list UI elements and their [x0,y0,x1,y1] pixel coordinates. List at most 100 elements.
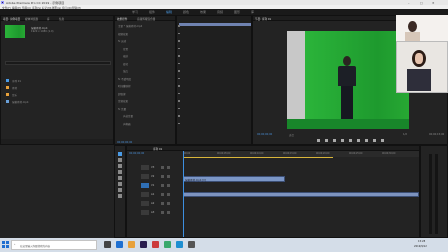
program-scale[interactable]: 1/2 [403,133,407,136]
workspace-tab-0[interactable]: 学习 [132,10,138,14]
effect-row[interactable]: 声道音量 [123,114,133,118]
track-eye-icon[interactable] [167,202,170,205]
workspace-tab-5[interactable]: 音频 [217,10,223,14]
track-lock-icon[interactable] [161,184,164,187]
minimize-icon[interactable]: – [408,1,410,5]
track-target[interactable] [141,174,149,179]
track-target[interactable] [141,210,149,215]
workspace-tab-3[interactable]: 颜色 [183,10,189,14]
track-target[interactable] [141,201,149,206]
project-search[interactable] [5,61,111,65]
effect-row[interactable]: 旋转 [123,62,128,66]
clip-thumbnail[interactable] [5,25,25,38]
effect-row[interactable]: 缩放 [123,54,128,58]
tab-media-browser[interactable]: 媒体浏览器 [25,17,38,21]
tool-icon[interactable] [118,152,122,156]
keyframe-marker[interactable] [178,85,180,87]
effect-row[interactable]: 主要 * 绿幕素材.mp4 [118,24,142,28]
track-target[interactable] [141,165,149,170]
track-eye-icon[interactable] [167,184,170,187]
keyframe-marker[interactable] [178,25,180,27]
taskbar-search-input[interactable]: ⌕ 在这里输入你要搜索的内容 [11,240,97,250]
effect-timecode[interactable]: 00;00;00;00 [117,141,132,144]
keyframe-marker[interactable] [178,55,180,57]
track-eye-icon[interactable] [167,193,170,196]
playhead[interactable] [183,151,184,237]
keyframe-marker[interactable] [178,47,180,49]
start-icon[interactable] [2,241,9,248]
track-lock-icon[interactable] [161,202,164,205]
workspace-tab-7[interactable]: 库 [251,10,254,14]
maximize-icon[interactable]: □ [420,1,423,5]
effect-row[interactable]: fx 音量 [118,107,126,111]
taskbar-app-icon[interactable] [116,241,123,248]
effect-row[interactable]: fx 运动 [118,39,126,43]
track-eye-icon[interactable] [167,166,170,169]
track-lock-icon[interactable] [161,175,164,178]
program-timecode[interactable]: 00;00;00;00 [257,133,272,136]
taskbar-app-icon[interactable] [152,241,159,248]
effect-row[interactable]: 位置 [123,47,128,51]
project-item-name[interactable]: 绿幕素材.mp4 [12,100,28,104]
keyframe-marker[interactable] [178,70,180,72]
tool-icon[interactable] [118,194,122,198]
effect-row[interactable]: 视频效果 [118,32,128,36]
workspace-tab-2[interactable]: 编辑 [166,10,172,14]
taskbar-app-icon[interactable] [140,241,147,248]
project-item-name[interactable]: 序列 01 [12,79,21,83]
tab-audio-mixer[interactable]: 音频剪辑混合器 [137,17,155,21]
video-clip[interactable]: 绿幕素材.mp4 [V] [183,176,285,182]
audio-clip[interactable] [183,192,419,197]
transport-button[interactable] [325,139,328,142]
effect-row[interactable]: 锚点 [123,69,128,73]
effect-row[interactable]: 时间重映射 [118,84,131,88]
tab-libraries[interactable]: 库 [47,17,50,21]
tool-icon[interactable] [118,164,122,168]
transport-button[interactable] [333,139,336,142]
workspace-tab-1[interactable]: 组件 [149,10,155,14]
tab-effect-controls[interactable]: 效果控件 [117,17,127,21]
transport-button[interactable] [357,139,360,142]
keyframe-marker[interactable] [178,115,180,117]
transport-button[interactable] [317,139,320,142]
transport-button[interactable] [365,139,368,142]
timeline-timecode[interactable]: 00;00;00;00 [129,152,144,155]
keyframe-marker[interactable] [178,32,180,34]
transport-button[interactable] [341,139,344,142]
keyframe-marker[interactable] [178,107,180,109]
track-lock-icon[interactable] [161,193,164,196]
project-item-name[interactable]: 素材 [12,86,17,90]
close-icon[interactable]: ✕ [432,1,435,5]
transport-button[interactable] [373,139,376,142]
keyframe-marker[interactable] [178,77,180,79]
effect-row[interactable]: 超级键 [118,92,126,96]
workspace-tab-6[interactable]: 图形 [234,10,240,14]
effect-row[interactable]: 音频效果 [118,99,128,103]
taskbar-app-icon[interactable] [176,241,183,248]
track-lock-icon[interactable] [161,211,164,214]
taskbar-app-icon[interactable] [164,241,171,248]
transport-button[interactable] [349,139,352,142]
taskbar-app-icon[interactable] [104,241,111,248]
keyframe-marker[interactable] [178,122,180,124]
keyframe-marker[interactable] [178,40,180,42]
project-item-name[interactable]: 音乐 [12,93,17,97]
tool-icon[interactable] [118,182,122,186]
tool-icon[interactable] [118,188,122,192]
transport-button[interactable] [381,139,384,142]
tab-info[interactable]: 信息 [59,17,64,21]
track-eye-icon[interactable] [167,175,170,178]
effect-row[interactable]: fx 不透明度 [118,77,131,81]
taskbar-app-icon[interactable] [188,241,195,248]
track-target[interactable] [141,183,149,188]
program-fit[interactable]: 适合 [289,133,294,137]
track-target[interactable] [141,192,149,197]
tab-project[interactable]: 项目: 示例项目 [3,17,20,21]
workspace-tab-4[interactable]: 效果 [200,10,206,14]
keyframe-marker[interactable] [178,100,180,102]
tab-program[interactable]: 节目: 序列 01 [255,17,271,21]
keyframe-marker[interactable] [178,92,180,94]
track-lock-icon[interactable] [161,166,164,169]
tool-icon[interactable] [118,158,122,162]
tool-icon[interactable] [118,170,122,174]
